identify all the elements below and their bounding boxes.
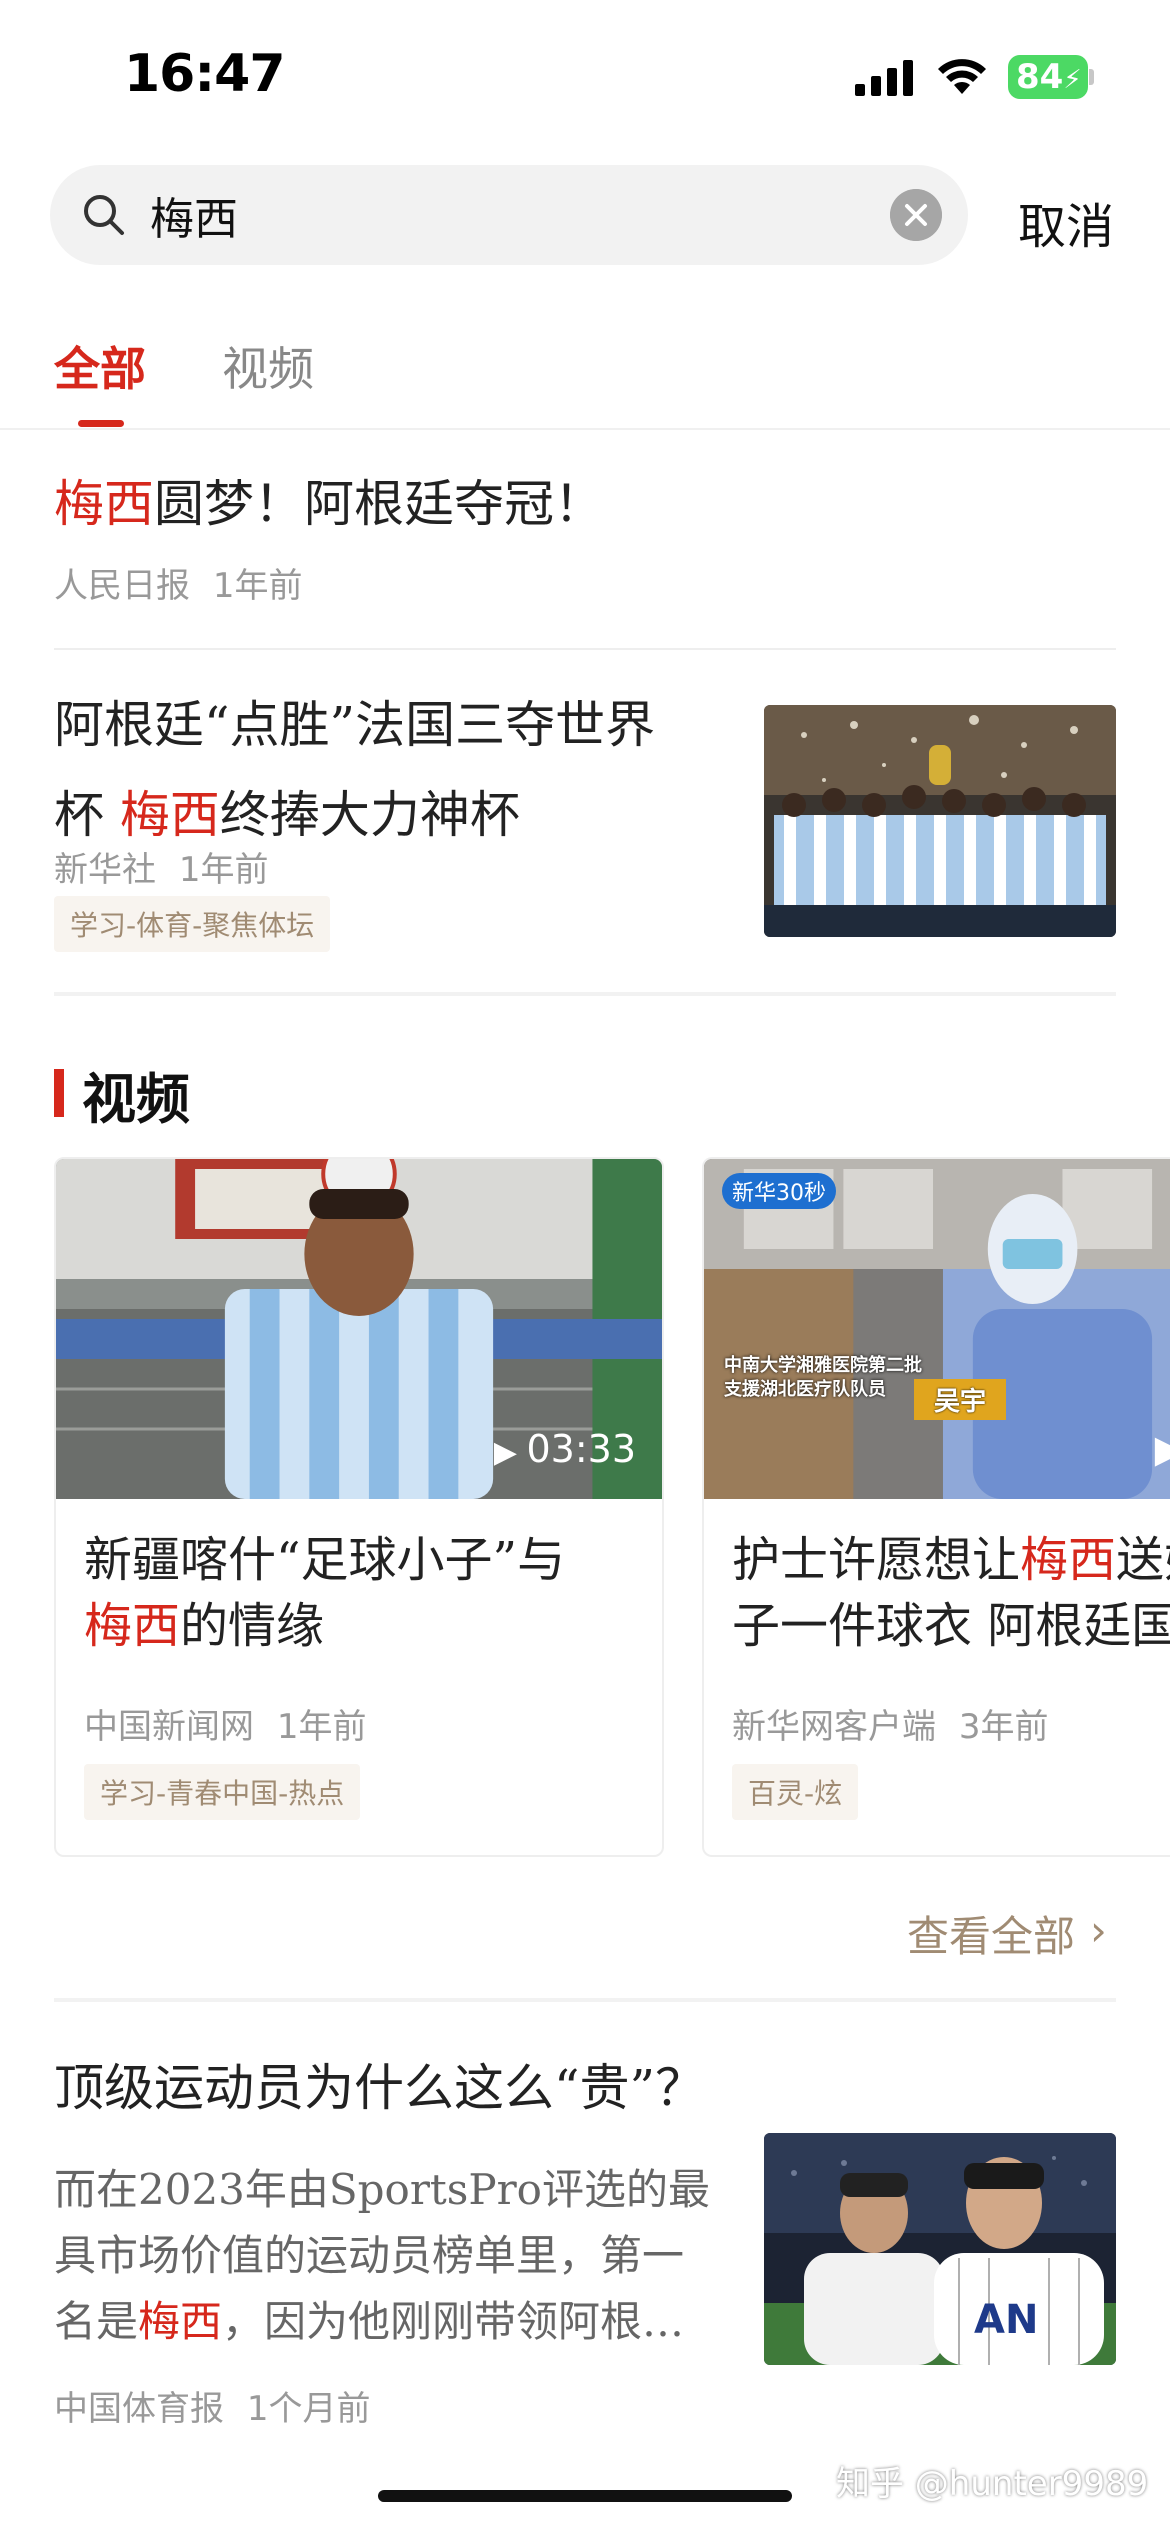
article-1[interactable]: 梅西圆梦！阿根廷夺冠！ 人民日报 1年前 xyxy=(54,462,1114,622)
article-meta: 中国体育报 1个月前 xyxy=(54,2381,370,2430)
chevron-right-icon[interactable]: › xyxy=(1090,1906,1107,1955)
watermark: 知乎 @hunter9989 xyxy=(836,2464,1149,2504)
article-title: 顶级运动员为什么这么“贵”？ xyxy=(54,2059,706,2117)
article-source: 人民日报 xyxy=(54,566,190,606)
thumbnail-caption: 中南大学湘雅医院第二批 支援湖北医疗队队员 xyxy=(724,1355,922,1400)
cellular-signal-icon xyxy=(855,60,913,96)
home-indicator xyxy=(378,2490,792,2502)
video-source: 中国新闻网 xyxy=(84,1707,254,1747)
article-tag[interactable]: 学习-体育-聚焦体坛 xyxy=(54,896,331,952)
section-title-video: 视频 xyxy=(82,1067,190,1131)
video-duration: ▶ 03:33 xyxy=(493,1427,636,1471)
article-2[interactable]: 阿根廷“点胜”法国三夺世界 杯 梅西终捧大力神杯 新华社 1年前 学习-体育-聚… xyxy=(54,680,1116,970)
video-title: 护士许愿想让梅西送她 子一件球衣 阿根廷国 xyxy=(732,1532,1170,1654)
video-time: 1年前 xyxy=(276,1707,367,1747)
active-tab-indicator xyxy=(78,420,124,427)
charging-bolt-icon: ⚡ xyxy=(1063,65,1082,95)
tab-all[interactable]: 全部 xyxy=(54,333,146,399)
article-source: 中国体育报 xyxy=(54,2389,224,2429)
article-time: 1年前 xyxy=(212,566,303,606)
video-logo: 新华30秒 xyxy=(722,1173,836,1209)
article-title: 梅西圆梦！阿根廷夺冠！ xyxy=(54,475,604,533)
video-meta: 中国新闻网 1年前 xyxy=(84,1699,366,1748)
battery-level: 84⚡ xyxy=(1008,55,1088,99)
clear-search-icon[interactable] xyxy=(890,189,942,241)
team-celebration-photo xyxy=(764,705,1116,937)
section-accent-bar xyxy=(54,1069,64,1117)
tabs-divider xyxy=(0,428,1170,430)
battery-tip xyxy=(1089,69,1094,85)
video-card[interactable]: ▶ 03:33 新疆喀什“足球小子”与 梅西的情缘 中国新闻网 1年前 学习-青… xyxy=(54,1157,664,1857)
search-input[interactable] xyxy=(150,165,870,265)
video-thumbnail-nurse xyxy=(704,1159,1170,1499)
article-time: 1年前 xyxy=(178,850,269,890)
section-divider xyxy=(54,992,1116,996)
article-title: 阿根廷“点胜”法国三夺世界 杯 梅西终捧大力神杯 xyxy=(54,696,656,844)
wifi-icon xyxy=(938,59,986,94)
see-all-link[interactable]: 查看全部 xyxy=(907,1903,1075,1964)
section-divider xyxy=(54,1998,1116,2002)
play-icon: ▶ xyxy=(493,1435,527,1470)
article-3[interactable]: 顶级运动员为什么这么“贵”？ 而在2023年由SportsPro评选的最 具市场… xyxy=(54,2045,1116,2445)
svg-text:AN: AN xyxy=(974,2297,1038,2343)
thumbnail-name-plate: 吴宇 xyxy=(914,1379,1007,1420)
article-source: 新华社 xyxy=(54,850,156,890)
video-source: 新华网客户端 xyxy=(732,1707,936,1747)
video-tag[interactable]: 百灵-炫 xyxy=(732,1764,859,1820)
article-meta: 新华社 1年前 xyxy=(54,842,268,891)
video-time: 3年前 xyxy=(958,1707,1049,1747)
search-icon xyxy=(84,195,124,235)
video-tag[interactable]: 学习-青春中国-热点 xyxy=(84,1764,361,1820)
tab-video[interactable]: 视频 xyxy=(222,333,314,399)
video-card[interactable]: 新华30秒 中南大学湘雅医院第二批 支援湖北医疗队队员 吴宇 ▶ 护士许愿想让梅… xyxy=(702,1157,1170,1857)
play-icon: ▶ xyxy=(1155,1427,1170,1471)
video-meta: 新华网客户端 3年前 xyxy=(732,1699,1048,1748)
article-time: 1个月前 xyxy=(246,2389,371,2429)
cancel-button[interactable]: 取消 xyxy=(1018,187,1114,257)
article-meta: 人民日报 1年前 xyxy=(54,558,302,607)
status-time: 16:47 xyxy=(124,44,286,104)
article-summary: 而在2023年由SportsPro评选的最 具市场价值的运动员榜单里，第一 名是… xyxy=(54,2165,710,2346)
baseball-players-photo: AN xyxy=(764,2133,1116,2365)
video-title: 新疆喀什“足球小子”与 梅西的情缘 xyxy=(84,1532,566,1654)
divider xyxy=(54,648,1116,650)
